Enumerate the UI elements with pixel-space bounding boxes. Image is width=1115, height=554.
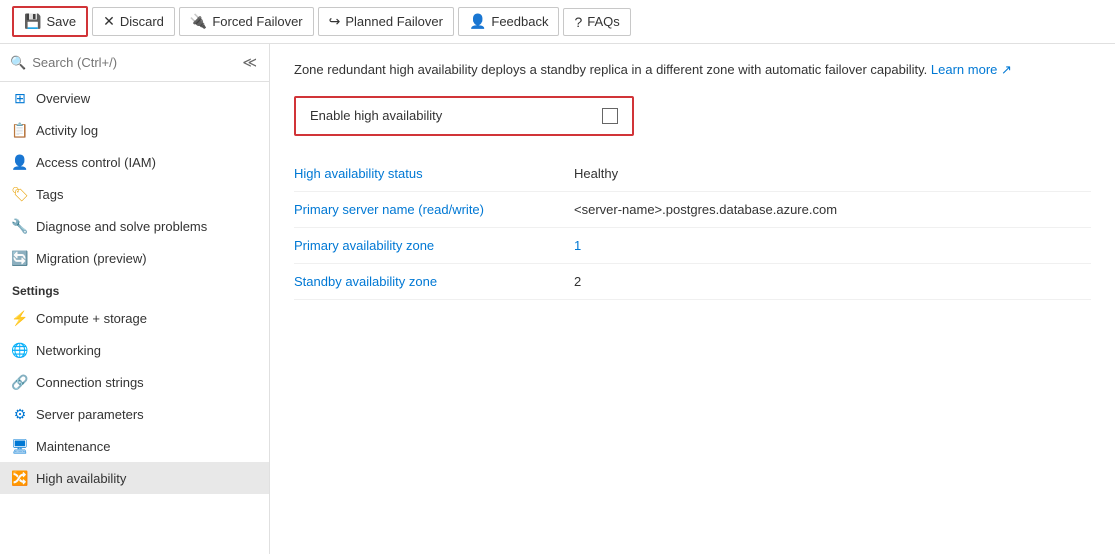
diagnose-icon: 🔧	[12, 218, 28, 234]
table-row: Primary availability zone1	[294, 227, 1091, 263]
sidebar-item-label: Tags	[36, 187, 63, 202]
field-label: Standby availability zone	[294, 263, 574, 299]
table-row: Primary server name (read/write)<server-…	[294, 191, 1091, 227]
sidebar-item-compute-storage[interactable]: ⚡ Compute + storage	[0, 302, 269, 334]
discard-label: Discard	[120, 14, 164, 29]
field-label: Primary availability zone	[294, 227, 574, 263]
content-area: Zone redundant high availability deploys…	[270, 44, 1115, 554]
faqs-label: FAQs	[587, 14, 620, 29]
learn-more-link[interactable]: Learn more ↗	[931, 62, 1012, 77]
search-bar: 🔍 ≪	[0, 44, 269, 82]
main-layout: 🔍 ≪ ⊞ Overview 📋 Activity log 👤 Access c…	[0, 44, 1115, 554]
activity-log-icon: 📋	[12, 122, 28, 138]
sidebar-item-high-availability[interactable]: 🔀 High availability	[0, 462, 269, 494]
sidebar-item-overview[interactable]: ⊞ Overview	[0, 82, 269, 114]
collapse-button[interactable]: ≪	[240, 52, 259, 73]
sidebar-item-label: Migration (preview)	[36, 251, 147, 266]
description-text: Zone redundant high availability deploys…	[294, 60, 1091, 80]
overview-icon: ⊞	[12, 90, 28, 106]
field-value[interactable]: 1	[574, 227, 1091, 263]
sidebar-item-diagnose[interactable]: 🔧 Diagnose and solve problems	[0, 210, 269, 242]
field-label: High availability status	[294, 156, 574, 192]
sidebar-item-connection-strings[interactable]: 🔗 Connection strings	[0, 366, 269, 398]
field-value: 2	[574, 263, 1091, 299]
sidebar-item-label: Server parameters	[36, 407, 144, 422]
sidebar-item-access-control[interactable]: 👤 Access control (IAM)	[0, 146, 269, 178]
toolbar: 💾 Save ✕ Discard 🔌 Forced Failover ↪ Pla…	[0, 0, 1115, 44]
sidebar-item-label: High availability	[36, 471, 126, 486]
forced-failover-icon: 🔌	[190, 13, 207, 30]
feedback-label: Feedback	[491, 14, 548, 29]
sidebar-item-label: Compute + storage	[36, 311, 147, 326]
connection-strings-icon: 🔗	[12, 374, 28, 390]
enable-ha-box: Enable high availability	[294, 96, 634, 136]
high-availability-icon: 🔀	[12, 470, 28, 486]
enable-ha-checkbox[interactable]	[602, 108, 618, 124]
sidebar: 🔍 ≪ ⊞ Overview 📋 Activity log 👤 Access c…	[0, 44, 270, 554]
discard-button[interactable]: ✕ Discard	[92, 7, 175, 36]
networking-icon: 🌐	[12, 342, 28, 358]
sidebar-item-label: Activity log	[36, 123, 98, 138]
forced-failover-label: Forced Failover	[212, 14, 302, 29]
feedback-icon: 👤	[469, 13, 486, 30]
faqs-icon: ?	[574, 14, 582, 30]
field-value: <server-name>.postgres.database.azure.co…	[574, 191, 1091, 227]
planned-failover-label: Planned Failover	[345, 14, 443, 29]
table-row: Standby availability zone2	[294, 263, 1091, 299]
sidebar-item-migration[interactable]: 🔄 Migration (preview)	[0, 242, 269, 274]
save-icon: 💾	[24, 13, 41, 30]
planned-failover-button[interactable]: ↪ Planned Failover	[318, 7, 454, 36]
faqs-button[interactable]: ? FAQs	[563, 8, 630, 36]
save-button[interactable]: 💾 Save	[12, 6, 88, 37]
field-label: Primary server name (read/write)	[294, 191, 574, 227]
sidebar-item-label: Overview	[36, 91, 90, 106]
sidebar-item-label: Maintenance	[36, 439, 110, 454]
planned-failover-icon: ↪	[329, 13, 341, 30]
sidebar-item-label: Access control (IAM)	[36, 155, 156, 170]
tags-icon: 🏷	[12, 186, 28, 202]
sidebar-item-activity-log[interactable]: 📋 Activity log	[0, 114, 269, 146]
compute-icon: ⚡	[12, 310, 28, 326]
sidebar-item-label: Connection strings	[36, 375, 144, 390]
discard-icon: ✕	[103, 13, 115, 30]
iam-icon: 👤	[12, 154, 28, 170]
sidebar-item-tags[interactable]: 🏷 Tags	[0, 178, 269, 210]
info-table: High availability statusHealthyPrimary s…	[294, 156, 1091, 300]
field-value: Healthy	[574, 156, 1091, 192]
save-label: Save	[46, 14, 76, 29]
settings-section-label: Settings	[0, 274, 269, 302]
feedback-button[interactable]: 👤 Feedback	[458, 7, 560, 36]
search-input[interactable]	[32, 55, 234, 70]
sidebar-item-networking[interactable]: 🌐 Networking	[0, 334, 269, 366]
sidebar-item-label: Diagnose and solve problems	[36, 219, 207, 234]
sidebar-item-server-parameters[interactable]: ⚙ Server parameters	[0, 398, 269, 430]
server-parameters-icon: ⚙	[12, 406, 28, 422]
search-icon: 🔍	[10, 55, 26, 71]
table-row: High availability statusHealthy	[294, 156, 1091, 192]
enable-ha-label: Enable high availability	[310, 108, 442, 123]
forced-failover-button[interactable]: 🔌 Forced Failover	[179, 7, 314, 36]
migration-icon: 🔄	[12, 250, 28, 266]
maintenance-icon: 🖥	[12, 438, 28, 454]
sidebar-item-maintenance[interactable]: 🖥 Maintenance	[0, 430, 269, 462]
sidebar-item-label: Networking	[36, 343, 101, 358]
